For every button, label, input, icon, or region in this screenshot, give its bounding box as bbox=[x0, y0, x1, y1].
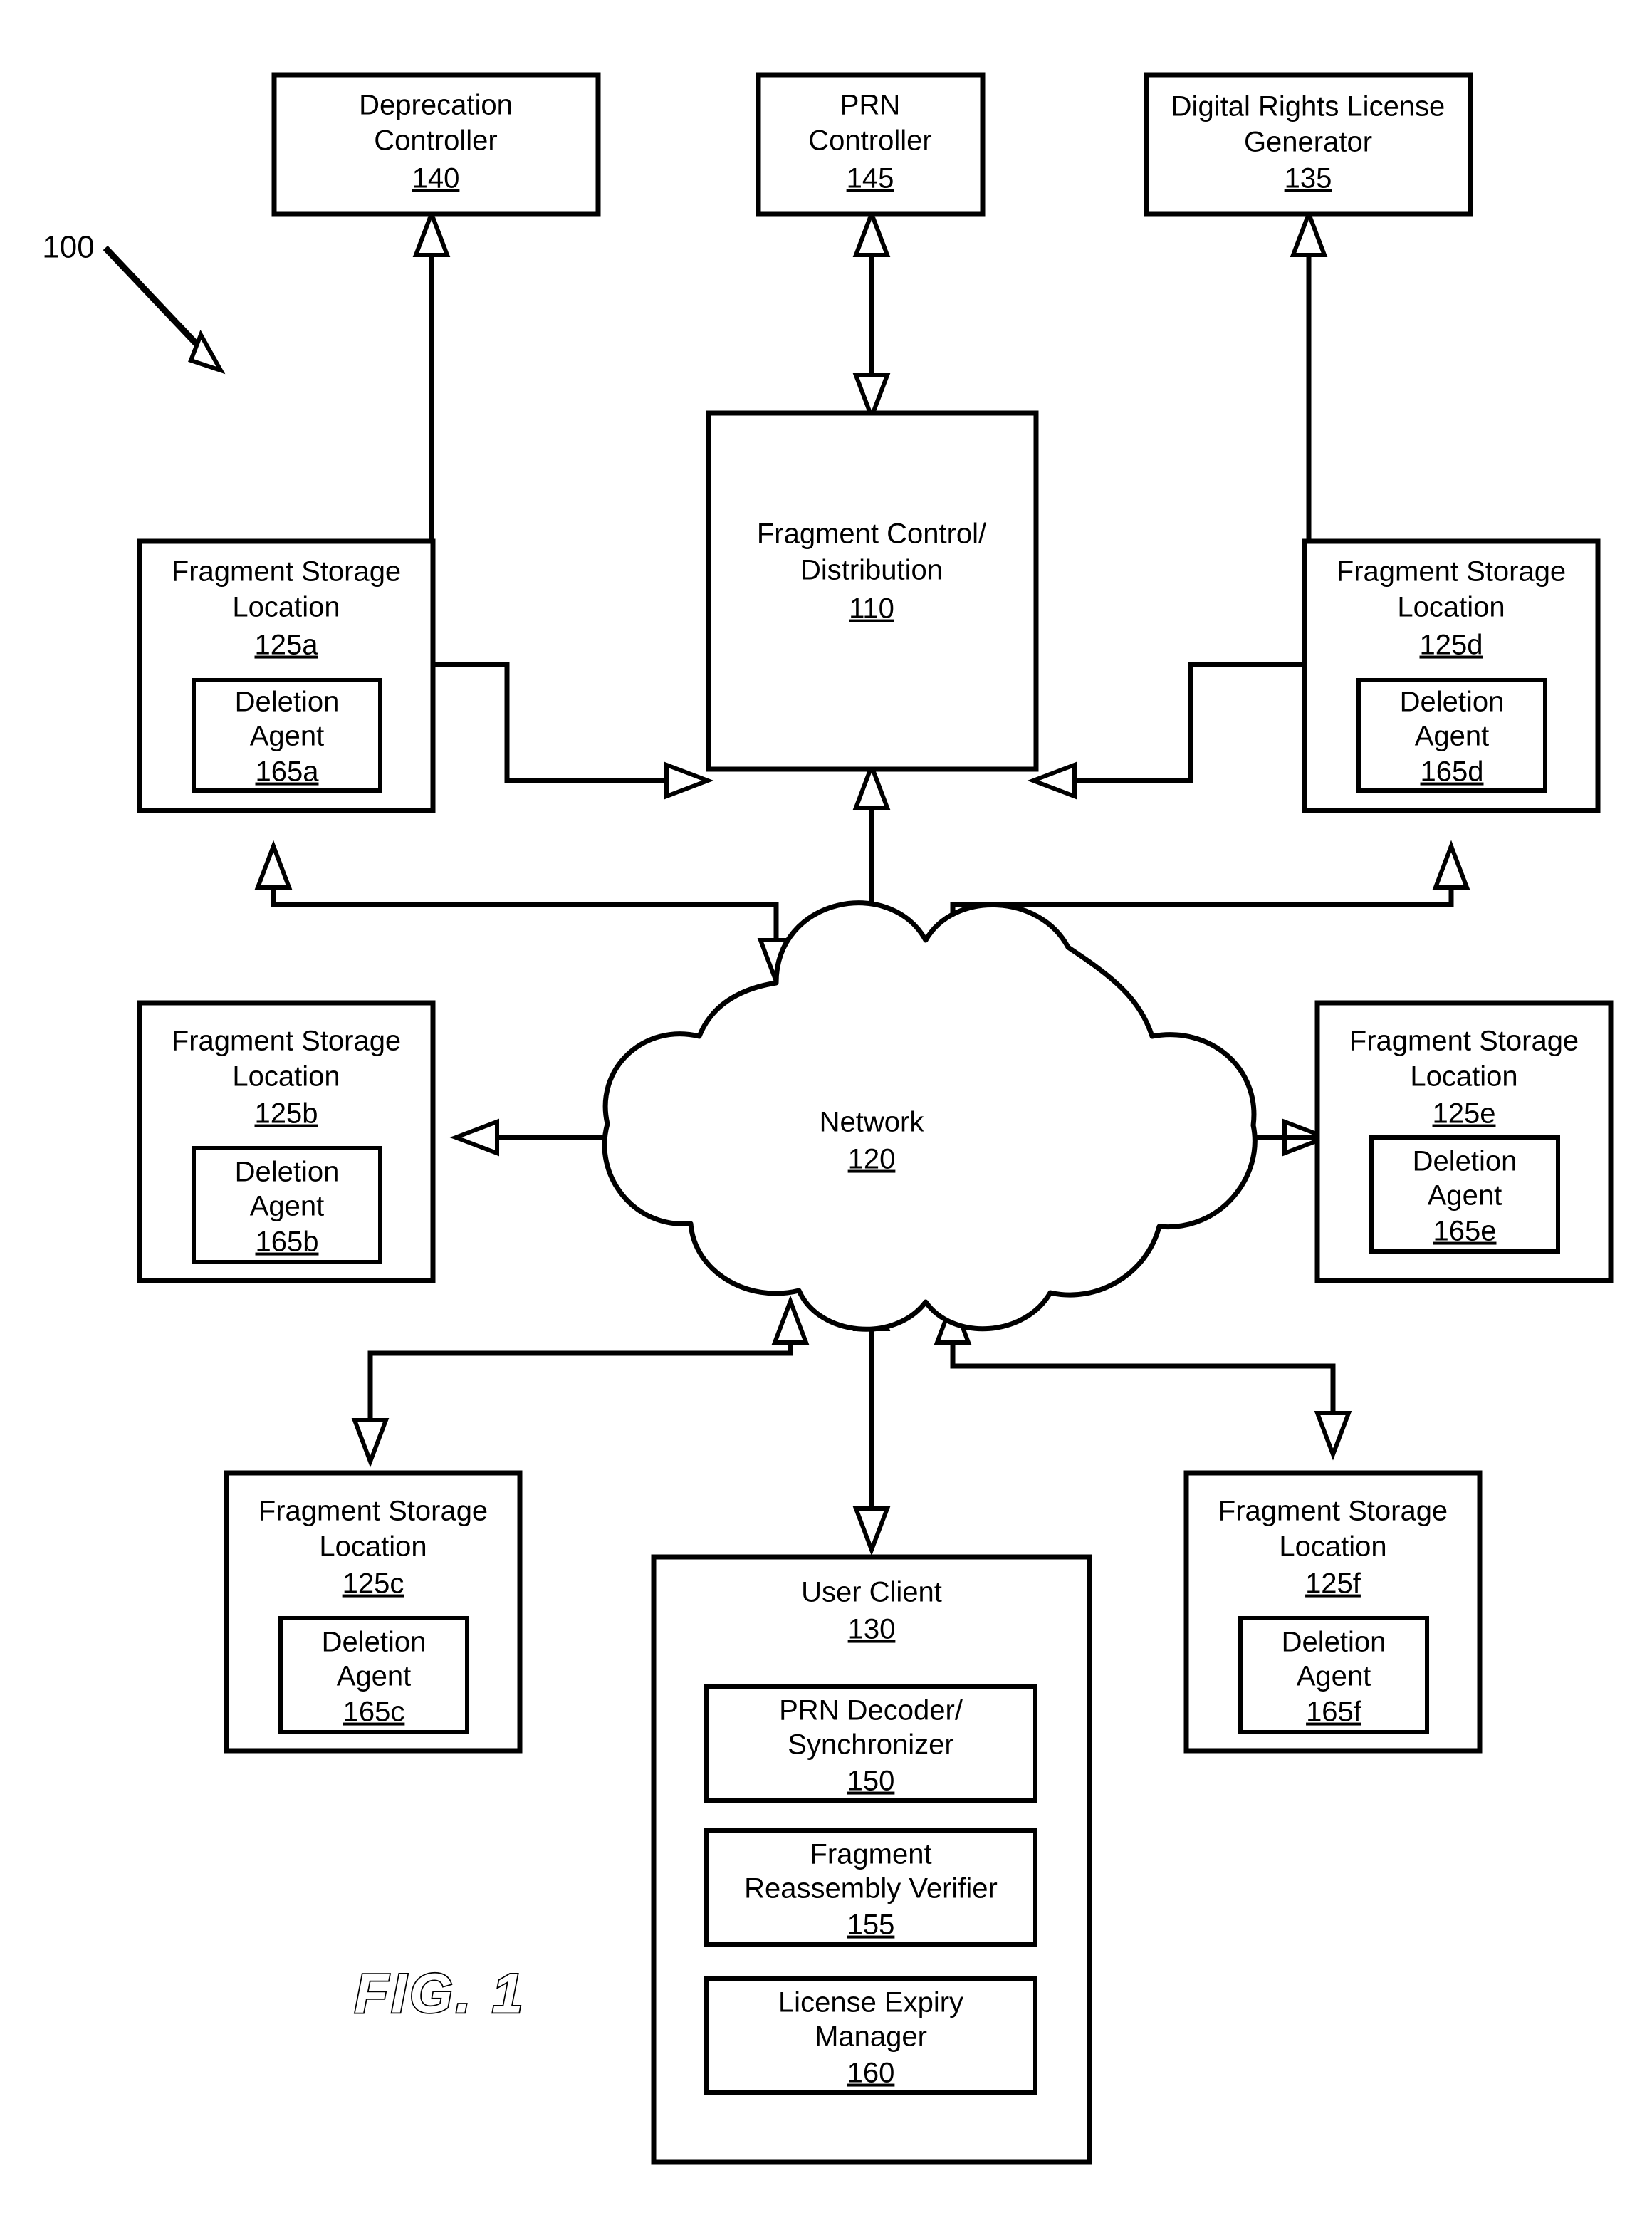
figure-caption: FIG. 1 bbox=[355, 1962, 526, 2025]
drm-license-generator-line1: Digital Rights License bbox=[1171, 91, 1446, 123]
storage-125b-line1: Fragment Storage bbox=[172, 1026, 401, 1057]
system-reference-label: 100 bbox=[42, 230, 94, 265]
storage-125f-ref: 125f bbox=[1305, 1568, 1361, 1600]
storage-125c-ref: 125c bbox=[343, 1568, 404, 1600]
agent-165a-line1: Deletion bbox=[235, 687, 340, 718]
user-client-line1: User Client bbox=[801, 1577, 942, 1608]
storage-125e-line2: Location bbox=[1410, 1061, 1517, 1093]
agent-165b-line1: Deletion bbox=[235, 1157, 340, 1188]
agent-165e-line2: Agent bbox=[1428, 1180, 1502, 1212]
module-160-line2: Manager bbox=[815, 2021, 927, 2053]
storage-125d-line1: Fragment Storage bbox=[1337, 556, 1566, 588]
node-fragment-control bbox=[706, 410, 1039, 772]
module-155-ref: 155 bbox=[847, 1909, 895, 1941]
storage-125a-ref: 125a bbox=[255, 630, 319, 661]
user-client-ref: 130 bbox=[848, 1614, 896, 1645]
module-150-line2: Synchronizer bbox=[788, 1729, 953, 1761]
deprecation-controller-line1: Deprecation bbox=[359, 90, 513, 121]
fragment-control-line1: Fragment Control/ bbox=[757, 519, 987, 550]
storage-125d-line2: Location bbox=[1397, 592, 1505, 623]
agent-165f-line1: Deletion bbox=[1282, 1627, 1386, 1658]
agent-165d-line1: Deletion bbox=[1400, 687, 1505, 718]
fragment-control-ref: 110 bbox=[849, 593, 894, 625]
agent-165f-ref: 165f bbox=[1306, 1697, 1362, 1728]
prn-controller-line1: PRN bbox=[840, 90, 900, 121]
prn-controller-ref: 145 bbox=[847, 163, 894, 194]
module-150-ref: 150 bbox=[847, 1766, 895, 1797]
agent-165a-ref: 165a bbox=[256, 756, 320, 788]
agent-165a-line2: Agent bbox=[250, 721, 325, 752]
storage-125b-line2: Location bbox=[232, 1061, 340, 1093]
storage-125c-line1: Fragment Storage bbox=[258, 1496, 488, 1527]
agent-165c-line1: Deletion bbox=[322, 1627, 427, 1658]
deprecation-controller-line2: Controller bbox=[374, 125, 497, 157]
storage-125e-line1: Fragment Storage bbox=[1349, 1026, 1579, 1057]
drm-license-generator-ref: 135 bbox=[1285, 163, 1332, 194]
storage-125c-line2: Location bbox=[319, 1531, 427, 1563]
agent-165d-ref: 165d bbox=[1421, 756, 1484, 788]
module-160-ref: 160 bbox=[847, 2058, 895, 2089]
fragment-control-line2: Distribution bbox=[800, 555, 943, 586]
storage-125a-line2: Location bbox=[232, 592, 340, 623]
storage-125d-ref: 125d bbox=[1420, 630, 1483, 661]
storage-125e-ref: 125e bbox=[1433, 1098, 1496, 1130]
network-ref: 120 bbox=[848, 1144, 896, 1175]
agent-165d-line2: Agent bbox=[1415, 721, 1490, 752]
drm-license-generator-line2: Generator bbox=[1244, 127, 1372, 158]
module-155-line1: Fragment bbox=[810, 1839, 931, 1870]
agent-165f-line2: Agent bbox=[1297, 1661, 1371, 1692]
module-160-line1: License Expiry bbox=[778, 1987, 963, 2018]
figure-drawing: Fragment Control top --> bbox=[42, 72, 1614, 2165]
agent-165e-ref: 165e bbox=[1433, 1216, 1497, 1247]
deprecation-controller-ref: 140 bbox=[412, 163, 460, 194]
agent-165c-line2: Agent bbox=[337, 1661, 412, 1692]
agent-165b-line2: Agent bbox=[250, 1191, 325, 1222]
agent-165e-line1: Deletion bbox=[1413, 1146, 1517, 1177]
storage-125b-ref: 125b bbox=[255, 1098, 318, 1130]
network-line1: Network bbox=[820, 1107, 925, 1138]
storage-125f-line2: Location bbox=[1279, 1531, 1386, 1563]
storage-125f-line1: Fragment Storage bbox=[1218, 1496, 1448, 1527]
module-150-line1: PRN Decoder/ bbox=[779, 1695, 963, 1726]
agent-165c-ref: 165c bbox=[343, 1697, 405, 1728]
system-lead-line bbox=[103, 245, 212, 360]
prn-controller-line2: Controller bbox=[808, 125, 931, 157]
agent-165b-ref: 165b bbox=[256, 1226, 319, 1258]
patent-figure-canvas: Fragment Control top --> bbox=[0, 0, 1652, 2230]
storage-125a-line1: Fragment Storage bbox=[172, 556, 401, 588]
module-155-line2: Reassembly Verifier bbox=[744, 1873, 998, 1905]
